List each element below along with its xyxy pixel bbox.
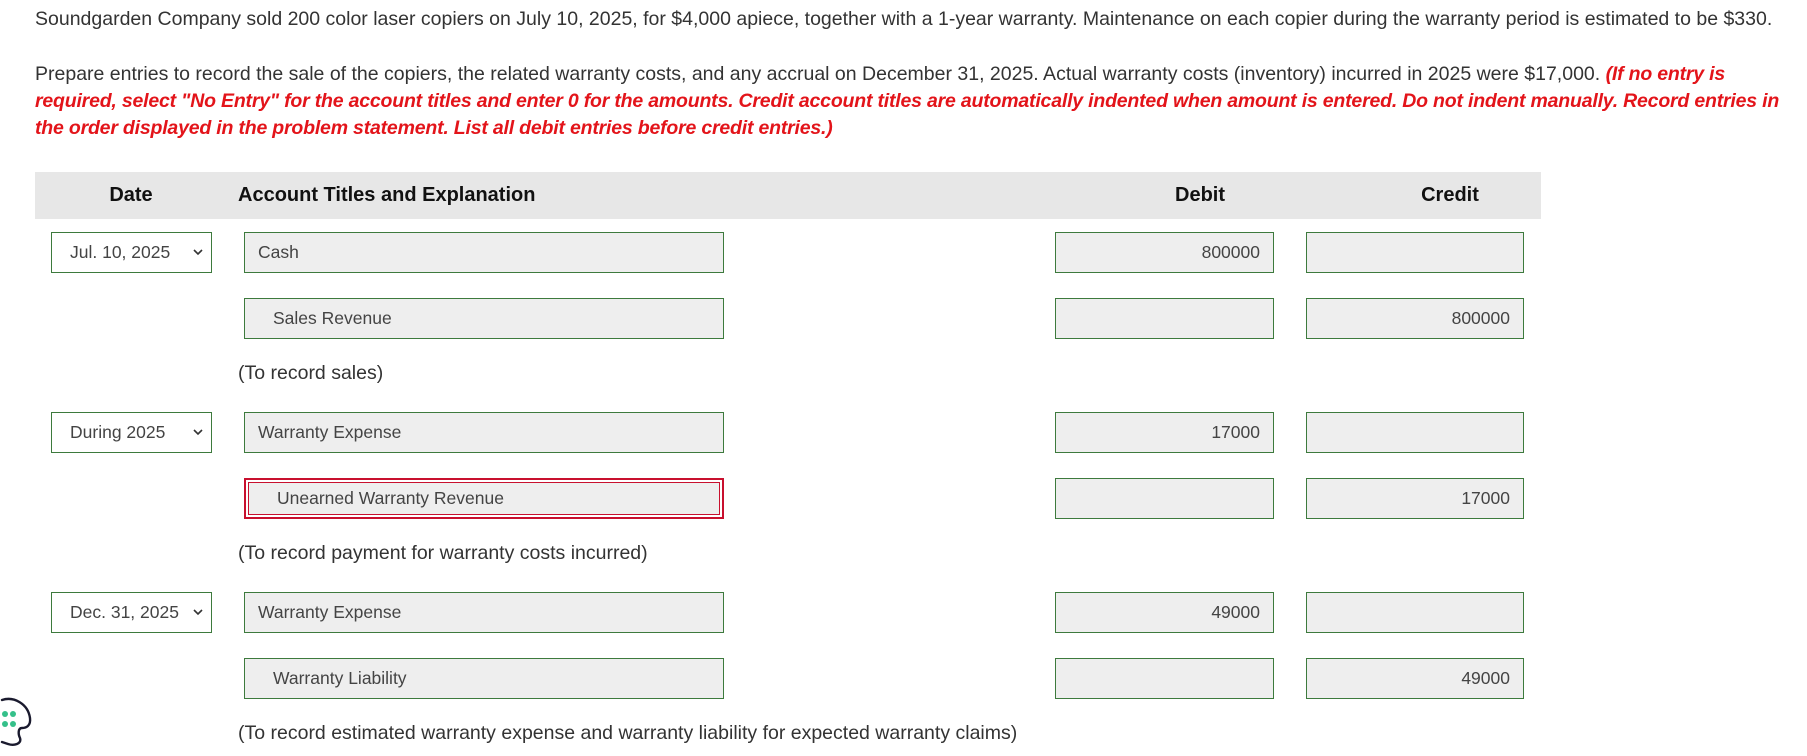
problem-statement: Soundgarden Company sold 200 color laser…	[35, 6, 1795, 142]
account-field-1-credit[interactable]: Sales Revenue	[244, 298, 724, 339]
debit-value: 800000	[1201, 242, 1260, 262]
account-value: Unearned Warranty Revenue	[277, 488, 504, 508]
credit-value: 800000	[1451, 308, 1510, 328]
account-value: Warranty Expense	[258, 422, 402, 442]
credit-field-3-1[interactable]	[1306, 592, 1524, 633]
date-select-value: Dec. 31, 2025	[70, 602, 179, 622]
journal-entry-page: Soundgarden Company sold 200 color laser…	[0, 0, 1807, 756]
chevron-down-icon	[193, 429, 203, 436]
entry-explanation-3: (To record estimated warranty expense an…	[238, 722, 1018, 744]
account-field-3-debit[interactable]: Warranty Expense	[244, 592, 724, 633]
credit-field-2-2[interactable]: 17000	[1306, 478, 1524, 519]
date-select-value: Jul. 10, 2025	[70, 242, 171, 262]
chevron-down-icon	[193, 609, 203, 616]
date-select-3[interactable]: Dec. 31, 2025	[51, 592, 212, 633]
header-debit: Debit	[1175, 184, 1225, 206]
account-field-3-credit[interactable]: Warranty Liability	[244, 658, 724, 699]
table-header: Date Account Titles and Explanation Debi…	[35, 172, 1541, 219]
debit-field-1-1[interactable]: 800000	[1055, 232, 1274, 273]
entry-explanation-1: (To record sales)	[238, 362, 384, 384]
header-credit: Credit	[1421, 184, 1479, 206]
account-field-1-debit[interactable]: Cash	[244, 232, 724, 273]
debit-field-2-1[interactable]: 17000	[1055, 412, 1274, 453]
problem-paragraph-1: Soundgarden Company sold 200 color laser…	[35, 8, 1773, 30]
debit-value: 17000	[1211, 422, 1260, 442]
account-field-2-debit[interactable]: Warranty Expense	[244, 412, 724, 453]
header-date: Date	[109, 184, 153, 206]
debit-field-1-2[interactable]	[1055, 298, 1274, 339]
date-select-1[interactable]: Jul. 10, 2025	[51, 232, 212, 273]
credit-value: 17000	[1461, 488, 1510, 508]
account-field-2-credit-error[interactable]: Unearned Warranty Revenue	[244, 478, 724, 519]
date-select-value: During 2025	[70, 422, 166, 442]
debit-field-3-1[interactable]: 49000	[1055, 592, 1274, 633]
account-value: Warranty Expense	[258, 602, 402, 622]
account-value: Cash	[258, 242, 299, 262]
credit-value: 49000	[1461, 668, 1510, 688]
credit-field-3-2[interactable]: 49000	[1306, 658, 1524, 699]
account-value: Warranty Liability	[273, 668, 407, 688]
entry-explanation-2: (To record payment for warranty costs in…	[238, 542, 648, 564]
credit-field-2-1[interactable]	[1306, 412, 1524, 453]
debit-value: 49000	[1211, 602, 1260, 622]
debit-field-3-2[interactable]	[1055, 658, 1274, 699]
credit-field-1-2[interactable]: 800000	[1306, 298, 1524, 339]
problem-paragraph-2-text: Prepare entries to record the sale of th…	[35, 63, 1601, 85]
date-select-2[interactable]: During 2025	[51, 412, 212, 453]
debit-field-2-2[interactable]	[1055, 478, 1274, 519]
chevron-down-icon	[193, 249, 203, 256]
header-account-titles: Account Titles and Explanation	[238, 184, 536, 206]
problem-paragraph-2: Prepare entries to record the sale of th…	[35, 61, 1795, 142]
credit-field-1-1[interactable]	[1306, 232, 1524, 273]
account-value: Sales Revenue	[273, 308, 392, 328]
palette-icon[interactable]	[0, 694, 32, 750]
